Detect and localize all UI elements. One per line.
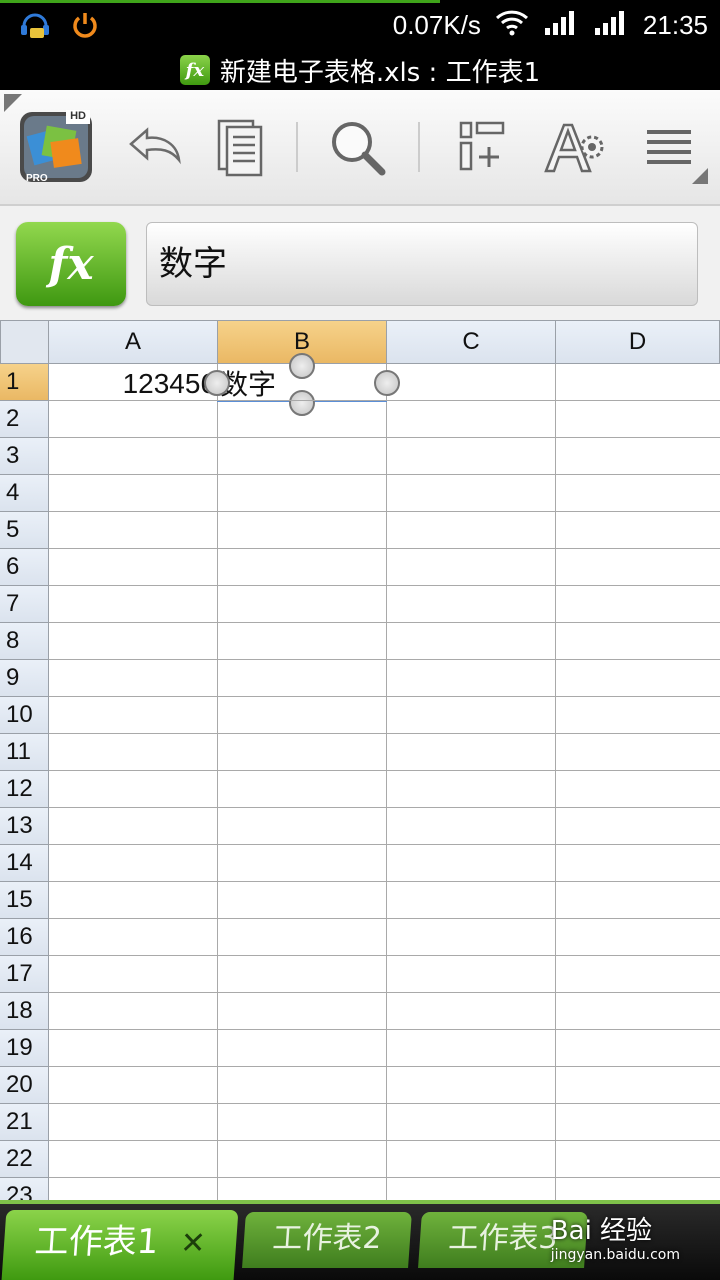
row-header-10[interactable]: 10 bbox=[0, 697, 49, 734]
row-gridline bbox=[49, 511, 720, 512]
document-button[interactable] bbox=[204, 112, 274, 182]
tab-label: 工作表1 bbox=[33, 1222, 160, 1262]
undo-button[interactable] bbox=[118, 112, 188, 182]
tab-sheet2[interactable]: 工作表2 bbox=[242, 1212, 412, 1268]
row-header-8[interactable]: 8 bbox=[0, 623, 49, 660]
toolbar: HD PRO bbox=[0, 90, 720, 206]
row-gridline bbox=[49, 622, 720, 623]
row-header-16[interactable]: 16 bbox=[0, 919, 49, 956]
row-gridline bbox=[49, 474, 720, 475]
formula-input[interactable]: 数字 bbox=[146, 222, 698, 306]
row-gridline bbox=[49, 1029, 720, 1030]
row-gridline bbox=[49, 437, 720, 438]
column-header-c[interactable]: C bbox=[387, 320, 556, 364]
search-icon bbox=[332, 122, 386, 176]
watermark-url: jingyan.baidu.com bbox=[550, 1247, 680, 1263]
undo-icon bbox=[129, 127, 181, 165]
net-speed: 0.07K/s bbox=[392, 10, 481, 40]
column-header-d[interactable]: D bbox=[556, 320, 720, 364]
wifi-icon bbox=[495, 8, 529, 43]
format-text-icon bbox=[544, 123, 604, 173]
row-header-19[interactable]: 19 bbox=[0, 1030, 49, 1067]
row-header-21[interactable]: 21 bbox=[0, 1104, 49, 1141]
selection-handle[interactable] bbox=[204, 370, 230, 396]
row-header-1[interactable]: 1 bbox=[0, 364, 49, 401]
app-logo-button[interactable]: HD PRO bbox=[16, 106, 96, 186]
close-icon[interactable]: ✕ bbox=[179, 1226, 207, 1261]
row-gridline bbox=[49, 955, 720, 956]
row-header-12[interactable]: 12 bbox=[0, 771, 49, 808]
insert-button[interactable] bbox=[444, 112, 514, 182]
column-gridline bbox=[555, 364, 556, 1200]
search-button[interactable] bbox=[322, 112, 392, 182]
row-gridline bbox=[49, 548, 720, 549]
toolbar-divider bbox=[418, 122, 420, 172]
row-header-17[interactable]: 17 bbox=[0, 956, 49, 993]
selection-handle[interactable] bbox=[289, 390, 315, 416]
cell-a1[interactable]: 123456 bbox=[50, 365, 216, 401]
row-header-23[interactable]: 23 bbox=[0, 1178, 49, 1200]
row-header-18[interactable]: 18 bbox=[0, 993, 49, 1030]
row-header-15[interactable]: 15 bbox=[0, 882, 49, 919]
row-gridline bbox=[49, 659, 720, 660]
row-gridline bbox=[49, 992, 720, 993]
row-gridline bbox=[49, 733, 720, 734]
row-header-4[interactable]: 4 bbox=[0, 475, 49, 512]
selection-handle[interactable] bbox=[374, 370, 400, 396]
column-gridline bbox=[386, 364, 387, 1200]
row-header-2[interactable]: 2 bbox=[0, 401, 49, 438]
signal-icon bbox=[593, 8, 629, 43]
selection-handle[interactable] bbox=[289, 353, 315, 379]
insert-icon bbox=[459, 121, 505, 171]
title-bar: fx 新建电子表格.xls : 工作表1 bbox=[0, 50, 720, 90]
row-gridline bbox=[49, 585, 720, 586]
row-header-6[interactable]: 6 bbox=[0, 549, 49, 586]
watermark: Bai 经验 jingyan.baidu.com bbox=[551, 1210, 680, 1263]
row-header-3[interactable]: 3 bbox=[0, 438, 49, 475]
row-header-20[interactable]: 20 bbox=[0, 1067, 49, 1104]
logo-badge-pro: PRO bbox=[26, 173, 48, 184]
row-header-14[interactable]: 14 bbox=[0, 845, 49, 882]
row-gridline bbox=[49, 881, 720, 882]
row-header-9[interactable]: 9 bbox=[0, 660, 49, 697]
row-gridline bbox=[49, 1140, 720, 1141]
app-fx-icon: fx bbox=[179, 55, 210, 85]
row-gridline bbox=[49, 400, 720, 401]
row-gridline bbox=[49, 844, 720, 845]
row-gridline bbox=[49, 1177, 720, 1178]
format-button[interactable] bbox=[540, 112, 610, 182]
select-all-corner[interactable] bbox=[0, 320, 49, 364]
document-icon bbox=[217, 119, 263, 177]
headset-chat-icon bbox=[18, 8, 52, 46]
row-gridline bbox=[49, 1103, 720, 1104]
spreadsheet-grid[interactable]: A B C D 123456 数字 1 2 3 4 5 6 7 8 9 10 11 12 13 14 15 1… bbox=[0, 320, 720, 1200]
toolbar-divider bbox=[296, 122, 298, 172]
column-gridline bbox=[217, 364, 218, 1200]
menu-icon bbox=[647, 130, 691, 164]
tab-sheet1[interactable]: 工作表1 ✕ bbox=[1, 1210, 239, 1280]
formula-bar: fx 数字 bbox=[0, 206, 720, 320]
watermark-text: Bai 经验 bbox=[550, 1216, 653, 1246]
window-title: 新建电子表格.xls : 工作表1 bbox=[219, 57, 541, 88]
logo-badge-hd: HD bbox=[70, 110, 86, 122]
row-gridline bbox=[49, 1066, 720, 1067]
row-gridline bbox=[49, 696, 720, 697]
power-icon bbox=[70, 10, 100, 44]
row-gridline bbox=[49, 807, 720, 808]
row-gridline bbox=[49, 770, 720, 771]
row-header-5[interactable]: 5 bbox=[0, 512, 49, 549]
row-header-7[interactable]: 7 bbox=[0, 586, 49, 623]
overflow-indicator bbox=[692, 168, 708, 184]
row-gridline bbox=[49, 918, 720, 919]
signal-icon bbox=[543, 8, 579, 43]
column-header-a[interactable]: A bbox=[49, 320, 218, 364]
progress-line bbox=[0, 0, 440, 3]
row-header-22[interactable]: 22 bbox=[0, 1141, 49, 1178]
status-bar: 0.07K/s 21:35 bbox=[0, 0, 720, 50]
row-header-11[interactable]: 11 bbox=[0, 734, 49, 771]
clock: 21:35 bbox=[642, 10, 708, 40]
function-button[interactable]: fx bbox=[16, 222, 126, 306]
row-header-13[interactable]: 13 bbox=[0, 808, 49, 845]
